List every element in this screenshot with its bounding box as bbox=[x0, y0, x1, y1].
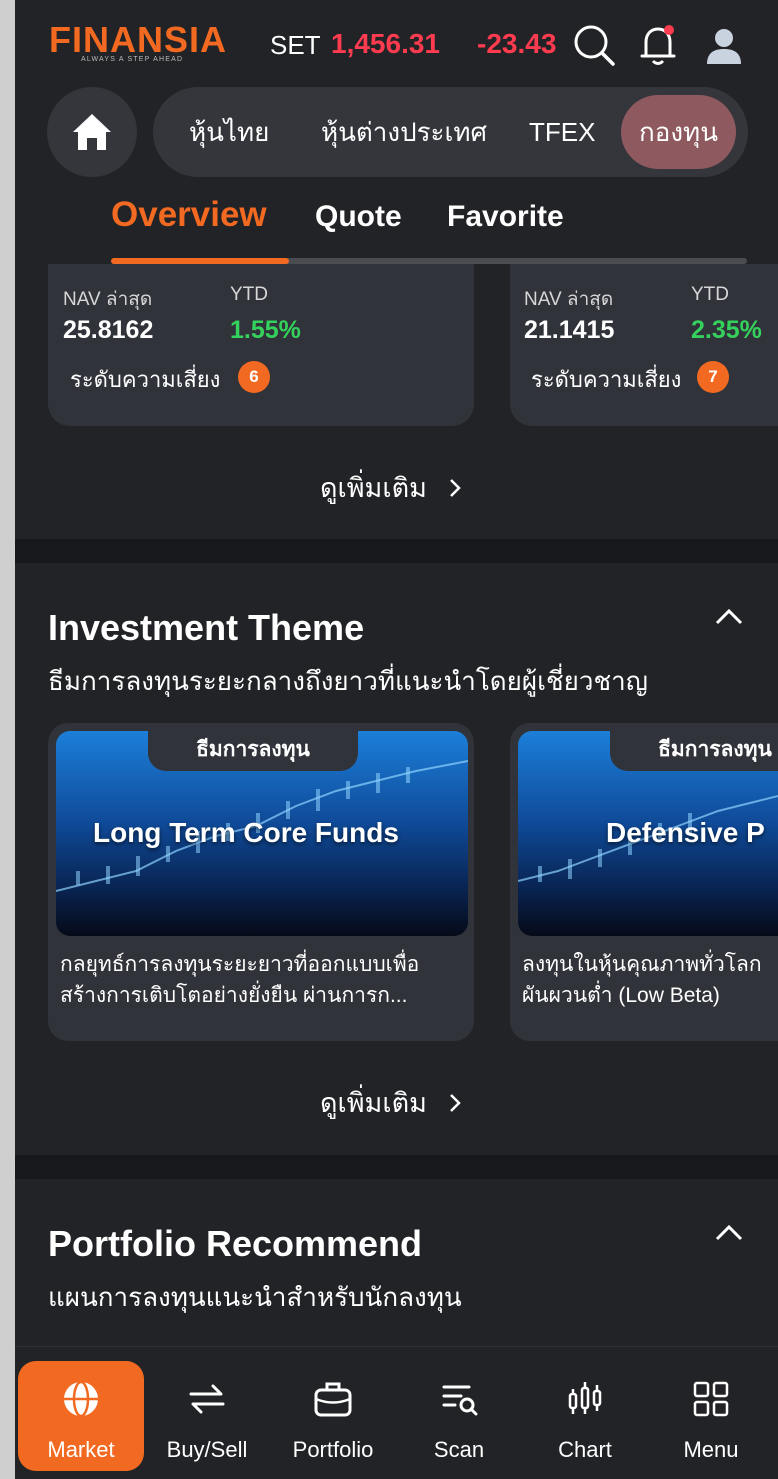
chevron-up-icon[interactable] bbox=[709, 1213, 749, 1253]
nav-label: Buy/Sell bbox=[166, 1437, 248, 1462]
fund-card[interactable]: NAV ล่าสุด YTD 21.1415 2.35% ระดับความเส… bbox=[510, 264, 778, 426]
briefcase-icon bbox=[314, 1382, 352, 1417]
swap-icon bbox=[189, 1384, 225, 1414]
nav-label: NAV ล่าสุด bbox=[63, 289, 153, 310]
risk-badge: 6 bbox=[238, 361, 270, 393]
nav-buy-sell[interactable]: Buy/Sell bbox=[144, 1361, 270, 1471]
nav-label: Market bbox=[47, 1437, 115, 1462]
fund-card[interactable]: NAV ล่าสุด YTD 25.8162 1.55% ระดับความเส… bbox=[48, 264, 474, 426]
tab-quote[interactable]: Quote bbox=[315, 200, 402, 234]
nav-value: 25.8162 bbox=[63, 316, 154, 344]
portfolio-recommend-section: Portfolio Recommend แผนการลงทุนแนะนำสำหร… bbox=[15, 1179, 778, 1359]
app-screen: FINANSIA ALWAYS A STEP AHEAD SET 1,456.3… bbox=[15, 0, 778, 1479]
finansia-logo[interactable]: FINANSIA ALWAYS A STEP AHEAD bbox=[49, 20, 227, 64]
scan-icon bbox=[442, 1385, 478, 1416]
section-divider bbox=[15, 539, 778, 563]
market-tab-bar: หุ้นไทย หุ้นต่างประเทศ TFEX กองทุน bbox=[153, 87, 748, 177]
section-subtitle: ธีมการลงทุนระยะกลางถึงยาวที่แนะนำโดยผู้เ… bbox=[48, 666, 648, 696]
chevron-right-icon bbox=[450, 479, 462, 497]
tab-foreign-stocks[interactable]: หุ้นต่างประเทศ bbox=[321, 87, 487, 177]
nav-market[interactable]: Market bbox=[18, 1361, 144, 1471]
see-more-label: ดูเพิ่มเติม bbox=[320, 1088, 427, 1118]
nav-portfolio[interactable]: Portfolio bbox=[270, 1361, 396, 1471]
user-icon[interactable] bbox=[701, 22, 747, 68]
candlestick-icon bbox=[568, 1382, 602, 1414]
investment-theme-section: Investment Theme ธีมการลงทุนระยะกลางถึงย… bbox=[15, 563, 778, 1155]
fund-list-section: NAV ล่าสุด YTD 25.8162 1.55% ระดับความเส… bbox=[15, 264, 778, 539]
nav-label: Portfolio bbox=[292, 1437, 374, 1462]
section-title: Portfolio Recommend bbox=[48, 1223, 423, 1264]
see-more-label: ดูเพิ่มเติม bbox=[320, 473, 427, 503]
see-more-link[interactable]: ดูเพิ่มเติม bbox=[320, 1081, 466, 1124]
risk-badge: 7 bbox=[697, 361, 729, 393]
bell-icon[interactable] bbox=[635, 22, 681, 68]
top-header: FINANSIA ALWAYS A STEP AHEAD SET 1,456.3… bbox=[15, 0, 778, 90]
home-button[interactable] bbox=[47, 87, 137, 177]
nav-label: Scan bbox=[433, 1437, 485, 1462]
theme-banner-image: ธีมการลงทุน Long Term Core Funds bbox=[56, 731, 468, 936]
nav-chart[interactable]: Chart bbox=[522, 1361, 648, 1471]
theme-card[interactable]: ธีมการลงทุน Defensive P ลงทุนในหุ้นคุณภา… bbox=[510, 723, 778, 1041]
theme-card[interactable]: ธีมการลงทุน Long Term Core Funds กลยุทธ์… bbox=[48, 723, 474, 1041]
section-divider bbox=[15, 1155, 778, 1179]
chevron-up-icon[interactable] bbox=[709, 597, 749, 637]
theme-title: Long Term Core Funds bbox=[93, 817, 399, 848]
theme-description-line: ผันผวนต่ำ (Low Beta) bbox=[522, 984, 720, 1007]
ytd-label: YTD bbox=[691, 284, 729, 305]
theme-title: Defensive P bbox=[606, 817, 765, 848]
nav-menu[interactable]: Menu bbox=[648, 1361, 774, 1471]
theme-tag: ธีมการลงทุน bbox=[610, 731, 778, 771]
tab-overview[interactable]: Overview bbox=[111, 195, 267, 235]
nav-scan[interactable]: Scan bbox=[396, 1361, 522, 1471]
logo-text: FINANSIA bbox=[49, 20, 227, 60]
bottom-navigation: Market Buy/Sell Portfolio Scan Chart Men… bbox=[15, 1346, 778, 1479]
section-subtitle: แผนการลงทุนแนะนำสำหรับนักลงทุน bbox=[48, 1282, 462, 1312]
nav-label: Chart bbox=[558, 1437, 612, 1462]
theme-banner-image: ธีมการลงทุน Defensive P bbox=[518, 731, 778, 936]
risk-label: ระดับความเสี่ยง bbox=[531, 367, 682, 392]
theme-description-line: สร้างการเติบโตอย่างยั่งยืน ผ่านการก... bbox=[60, 984, 408, 1007]
theme-description: ลงทุนในหุ้นคุณภาพทั่วโลก ผันผวนต่ำ (Low … bbox=[522, 949, 762, 1011]
theme-description: กลยุทธ์การลงทุนระยะยาวที่ออกแบบเพื่อ สร้… bbox=[60, 949, 419, 1011]
risk-label: ระดับความเสี่ยง bbox=[70, 367, 221, 392]
tab-tfex[interactable]: TFEX bbox=[529, 87, 595, 177]
logo-wordmark: FINANSIA bbox=[49, 19, 227, 60]
tab-funds[interactable]: กองทุน bbox=[621, 95, 736, 169]
search-icon[interactable] bbox=[571, 22, 617, 68]
theme-tag: ธีมการลงทุน bbox=[148, 731, 358, 771]
home-icon bbox=[73, 114, 111, 150]
index-value: 1,456.31 bbox=[331, 28, 440, 59]
section-title: Investment Theme bbox=[48, 607, 365, 648]
ytd-value: 2.35% bbox=[691, 316, 762, 344]
nav-value: 21.1415 bbox=[524, 316, 615, 344]
index-change: -23.43 bbox=[477, 28, 557, 59]
index-label: SET bbox=[270, 30, 321, 60]
tab-thai-stocks[interactable]: หุ้นไทย bbox=[189, 87, 269, 177]
ytd-label: YTD bbox=[230, 284, 268, 305]
ytd-value: 1.55% bbox=[230, 316, 301, 344]
tab-favorite[interactable]: Favorite bbox=[447, 200, 564, 234]
grid-icon bbox=[693, 1381, 729, 1417]
theme-description-line: ลงทุนในหุ้นคุณภาพทั่วโลก bbox=[522, 953, 762, 976]
theme-description-line: กลยุทธ์การลงทุนระยะยาวที่ออกแบบเพื่อ bbox=[60, 953, 420, 976]
see-more-link[interactable]: ดูเพิ่มเติม bbox=[320, 466, 466, 509]
nav-label: NAV ล่าสุด bbox=[524, 289, 614, 310]
chevron-right-icon bbox=[450, 1094, 462, 1112]
nav-label: Menu bbox=[683, 1437, 739, 1462]
globe-icon bbox=[64, 1380, 98, 1418]
